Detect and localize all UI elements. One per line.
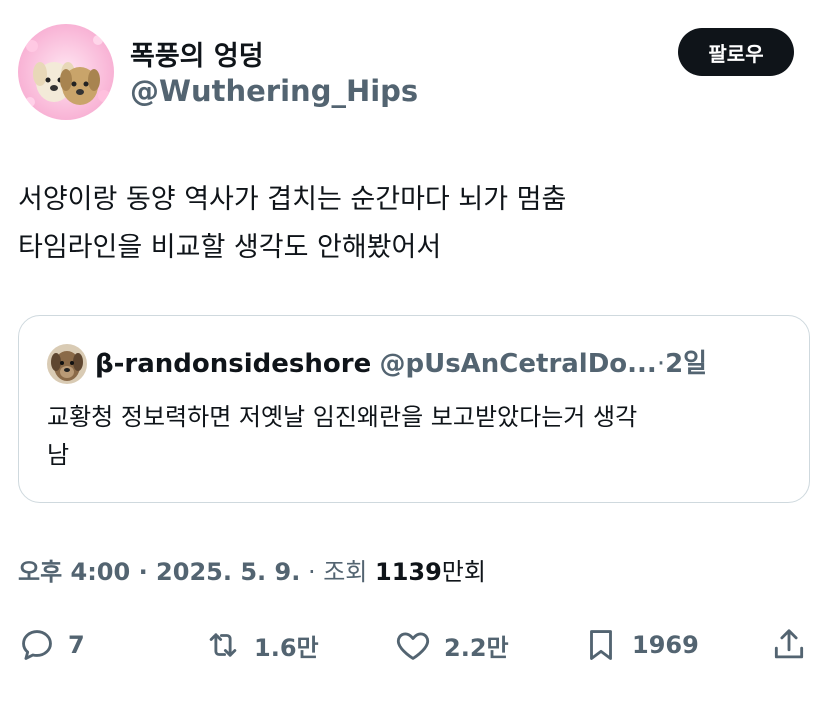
dog-avatar-icon	[18, 24, 114, 120]
quoted-author-avatar[interactable]	[47, 344, 87, 384]
quoted-tweet-time[interactable]: 2일	[665, 349, 707, 379]
tweet-date[interactable]: 2025. 5. 9.	[156, 558, 300, 586]
bookmark-button[interactable]: 1969	[582, 620, 699, 670]
author-avatar[interactable]	[18, 24, 114, 120]
reply-button[interactable]: 7	[18, 620, 85, 670]
views-unit: 만회	[441, 558, 486, 586]
share-icon	[774, 629, 804, 659]
author-display-name[interactable]: 폭풍의 엉덩	[130, 34, 264, 73]
bookmark-icon	[590, 630, 612, 660]
reply-count: 7	[68, 631, 85, 659]
like-count: 2.2만	[444, 633, 509, 662]
quoted-tweet-text: 교황청 정보력하면 저옛날 임진왜란을 보고받았다는거 생각 남	[47, 398, 787, 474]
quoted-text-line: 남	[47, 441, 70, 469]
tweet-text-line: 서양이랑 동양 역사가 겹치는 순간마다 뇌가 멈춤	[18, 184, 567, 215]
quoted-text-line: 교황청 정보력하면 저옛날 임진왜란을 보고받았다는거 생각	[47, 403, 638, 431]
bookmark-count: 1969	[632, 631, 699, 659]
quoted-author-handle[interactable]: @pUsAnCetralDo...	[379, 349, 656, 379]
quoted-tweet-header: β-randonsideshore @pUsAnCetralDo...·2일	[95, 346, 707, 382]
views-count: 1139	[375, 558, 442, 586]
tweet-text: 서양이랑 동양 역사가 겹치는 순간마다 뇌가 멈춤 타임라인을 비교할 생각도…	[18, 176, 798, 272]
retweet-count: 1.6만	[254, 633, 319, 662]
retweet-button[interactable]: 1.6만	[204, 620, 319, 670]
views-label: 조회	[323, 558, 375, 586]
dog-face-icon	[47, 344, 87, 384]
like-button[interactable]: 2.2만	[394, 620, 509, 670]
action-bar: 7 1.6만 2.2만 1969	[0, 620, 828, 670]
header-separator: ·	[656, 349, 666, 379]
author-handle[interactable]: @Wuthering_Hips	[130, 74, 418, 108]
meta-separator: ·	[130, 558, 157, 586]
retweet-icon	[209, 633, 237, 657]
quoted-author-name[interactable]: β-randonsideshore	[95, 349, 371, 379]
tweet-meta: 오후 4:00 · 2025. 5. 9. · 조회 1139만회	[18, 552, 486, 587]
meta-separator: ·	[300, 558, 324, 586]
tweet-text-line: 타임라인을 비교할 생각도 안해봤어서	[18, 232, 442, 263]
share-button[interactable]	[770, 620, 808, 670]
quoted-tweet-card[interactable]: β-randonsideshore @pUsAnCetralDo...·2일 교…	[18, 315, 810, 503]
heart-icon	[396, 632, 430, 660]
follow-button[interactable]: 팔로우	[678, 28, 794, 76]
reply-icon	[22, 630, 52, 660]
tweet-time[interactable]: 오후 4:00	[18, 558, 130, 586]
